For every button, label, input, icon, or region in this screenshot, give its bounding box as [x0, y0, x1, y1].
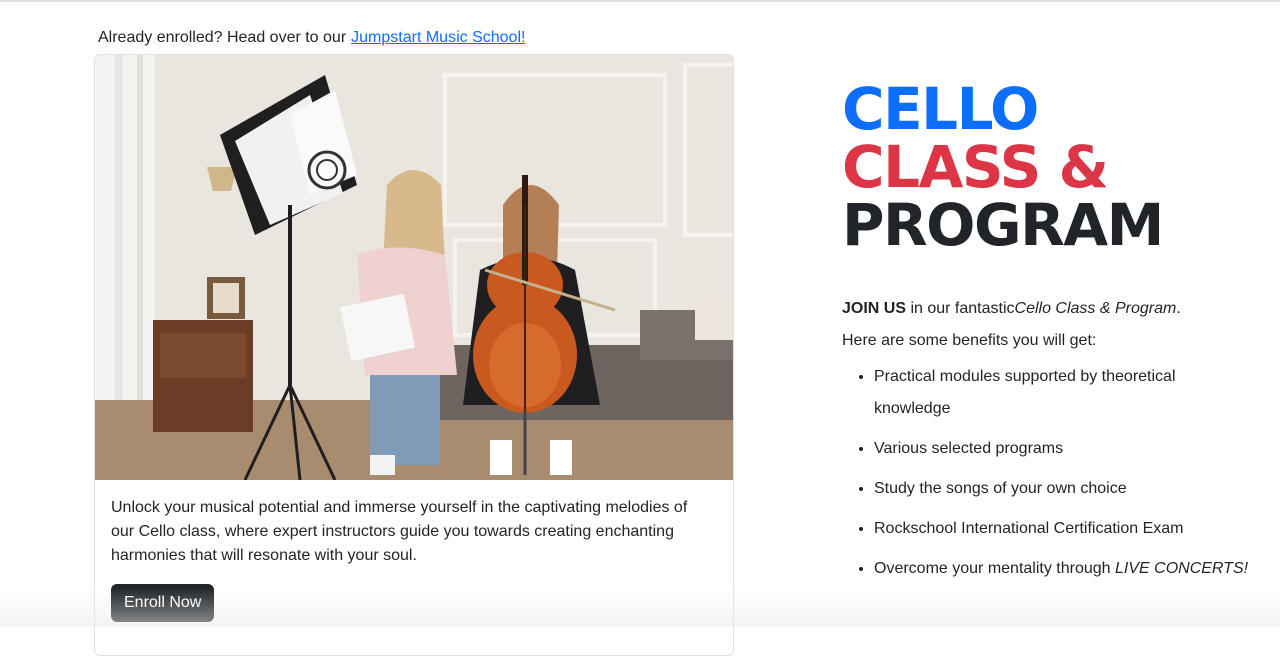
join-us-text: JOIN US [842, 300, 907, 317]
enroll-now-button[interactable]: Enroll Now [111, 584, 215, 622]
live-concerts-text: LIVE CONCERTS! [1115, 560, 1249, 577]
headline-line-3: PROGRAM [842, 191, 1164, 259]
headline-line-2: CLASS & [842, 133, 1109, 201]
benefit-item: Rockschool International Certification E… [874, 513, 1254, 545]
benefit-item: Practical modules supported by theoretic… [874, 361, 1254, 425]
cello-class-card: Unlock your musical potential and immers… [94, 54, 734, 656]
benefit-last-prefix: Overcome your mentality through [874, 560, 1115, 577]
benefit-item: Various selected programs [874, 433, 1254, 465]
enrolled-note-text: Already enrolled? Head over to our [98, 29, 347, 46]
cello-lesson-photo [95, 55, 733, 480]
benefits-lead-text: Here are some benefits you will get: [842, 332, 1097, 349]
cello-class-description: Unlock your musical potential and immers… [111, 499, 688, 564]
benefits-list: Practical modules supported by theoretic… [842, 361, 1254, 593]
top-divider [0, 0, 1280, 2]
page-headline: CELLO CLASS & PROGRAM [842, 75, 1164, 259]
headline-line-1: CELLO [842, 75, 1039, 143]
benefit-item-live-concerts: Overcome your mentality through LIVE CON… [874, 553, 1254, 585]
enrolled-note: Already enrolled? Head over to our Jumpst… [98, 28, 525, 48]
jumpstart-music-school-link[interactable]: Jumpstart Music School! [351, 29, 525, 46]
intro-end-text: . [1176, 300, 1181, 317]
benefit-item: Study the songs of your own choice [874, 473, 1254, 505]
intro-middle-text: in our fantastic [906, 300, 1015, 317]
intro-paragraph: JOIN US in our fantasticCello Class & Pr… [842, 293, 1242, 357]
program-name-text: Cello Class & Program [1014, 300, 1177, 317]
